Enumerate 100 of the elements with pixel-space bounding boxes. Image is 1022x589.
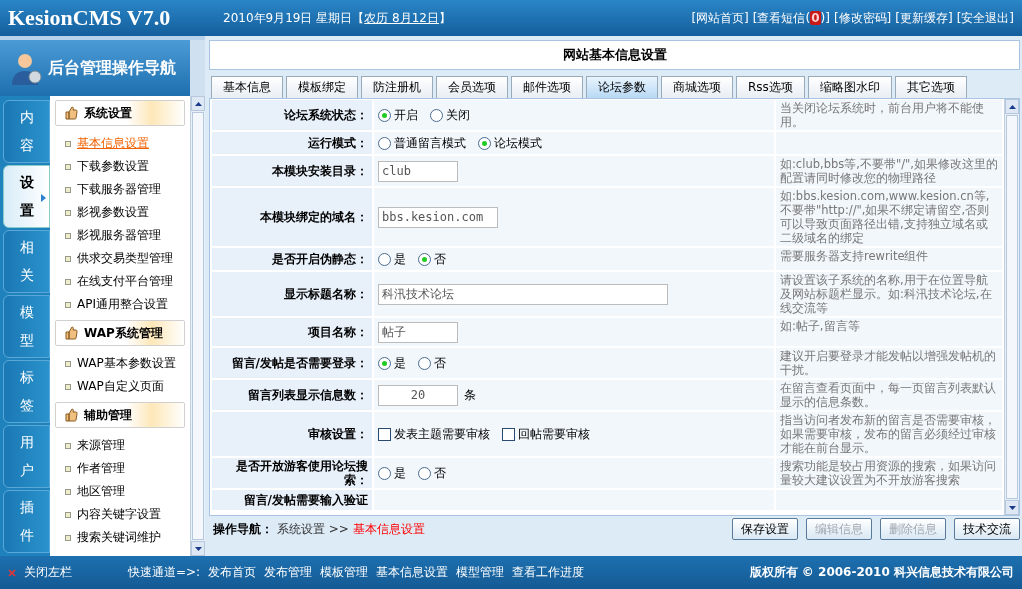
- breadcrumb-path: 系统设置 >>: [277, 520, 349, 538]
- copyright-text: 版权所有 © 2006-2010 科兴信息技术有限公司: [749, 564, 1014, 581]
- field-hint: 请设置该子系统的名称,用于在位置导航及网站标题栏显示。如:科汛技术论坛,在线交流等: [776, 272, 1002, 316]
- scrollbar[interactable]: [190, 96, 205, 556]
- menu-group-header[interactable]: 辅助管理: [55, 402, 185, 428]
- radio-option[interactable]: 普通留言模式: [378, 134, 466, 152]
- quick-link[interactable]: 模板管理: [320, 564, 369, 581]
- menu-item[interactable]: WAP自定义页面: [55, 375, 185, 398]
- tab[interactable]: 防注册机: [361, 76, 433, 98]
- field-hint: 搜索功能是较占用资源的搜索，如果访问量较大建议设置为不开放游客搜索: [776, 458, 1002, 488]
- menu-item[interactable]: 内容关键字设置: [55, 503, 185, 526]
- side-tab[interactable]: 模型: [3, 295, 50, 358]
- menu-item[interactable]: 影视参数设置: [55, 201, 185, 224]
- field-label: 论坛系统状态：: [212, 100, 372, 130]
- quick-link[interactable]: 基本信息设置: [376, 564, 449, 581]
- text-field[interactable]: bbs.kesion.com: [378, 206, 498, 228]
- quick-link[interactable]: 发布管理: [264, 564, 313, 581]
- header-link[interactable]: [网站首页]: [691, 9, 749, 27]
- thumbs-up-icon: [64, 326, 78, 340]
- menu-item[interactable]: 下载参数设置: [55, 155, 185, 178]
- text-field[interactable]: 科汛技术论坛: [378, 283, 668, 305]
- menu-item[interactable]: API通用整合设置: [55, 293, 185, 316]
- side-tab[interactable]: 插件: [3, 490, 50, 553]
- checkbox-option[interactable]: 回帖需要审核: [502, 425, 590, 443]
- field-hint: 需要服务器支持rewrite组件: [776, 248, 1002, 270]
- number-field[interactable]: 20: [378, 384, 458, 406]
- tab[interactable]: 模板绑定: [286, 76, 358, 98]
- side-tab[interactable]: 内容: [3, 100, 50, 163]
- field-hint: 如:帖子,留言等: [776, 318, 1002, 346]
- field-hint: 建议开启要登录才能发帖以增强发帖机的干扰。: [776, 348, 1002, 378]
- side-tab[interactable]: 设置: [3, 165, 50, 228]
- menu-group-header[interactable]: 系统设置: [55, 100, 185, 126]
- menu-item[interactable]: 作者管理: [55, 457, 185, 480]
- menu-item[interactable]: 下载服务器管理: [55, 178, 185, 201]
- radio-option[interactable]: 否: [418, 464, 446, 482]
- tab[interactable]: 基本信息: [211, 76, 283, 98]
- field-label: 项目名称：: [212, 318, 372, 346]
- menu-item[interactable]: 搜索关键词维护: [55, 526, 185, 549]
- radio-option[interactable]: 开启: [378, 106, 418, 124]
- menu-item[interactable]: 供求交易类型管理: [55, 247, 185, 270]
- scroll-down-icon[interactable]: [194, 546, 202, 551]
- menu-item[interactable]: 影视服务器管理: [55, 224, 185, 247]
- close-icon: [8, 568, 16, 577]
- tab[interactable]: Rss选项: [736, 76, 805, 98]
- field-label: 留言/发帖需要输入验证: [212, 490, 372, 510]
- side-tab[interactable]: 用户: [3, 425, 50, 488]
- header-link[interactable]: [查看短信(0)]: [752, 9, 830, 27]
- scroll-up-icon[interactable]: [194, 101, 202, 106]
- lunar-date-link[interactable]: 农历 8月12日: [364, 9, 439, 27]
- field-label: 运行模式：: [212, 132, 372, 154]
- header-link[interactable]: [修改密码]: [833, 9, 892, 27]
- radio-option[interactable]: 否: [418, 354, 446, 372]
- menu-item[interactable]: 地区管理: [55, 480, 185, 503]
- unit-label: 条: [464, 386, 476, 404]
- side-tab[interactable]: 相关: [3, 230, 50, 293]
- scrollbar[interactable]: [1004, 99, 1019, 515]
- radio-option[interactable]: 是: [378, 354, 406, 372]
- bracket-text: 】: [439, 9, 451, 27]
- quick-link[interactable]: 发布首页: [208, 564, 257, 581]
- tab[interactable]: 论坛参数: [586, 76, 658, 98]
- scroll-up-icon[interactable]: [1008, 104, 1016, 109]
- action-button[interactable]: 技术交流: [954, 518, 1020, 540]
- field-label: 是否开启伪静态：: [212, 248, 372, 270]
- menu-item[interactable]: WAP基本参数设置: [55, 352, 185, 375]
- action-button[interactable]: 保存设置: [732, 518, 798, 540]
- radio-option[interactable]: 是: [378, 464, 406, 482]
- quick-link[interactable]: 模型管理: [456, 564, 505, 581]
- tab[interactable]: 邮件选项: [511, 76, 583, 98]
- radio-option[interactable]: 关闭: [430, 106, 470, 124]
- page-title: 网站基本信息设置: [209, 40, 1020, 70]
- tab[interactable]: 商城选项: [661, 76, 733, 98]
- quick-link[interactable]: 查看工作进度: [512, 564, 585, 581]
- field-label: 留言/发帖是否需要登录：: [212, 348, 372, 378]
- sidebar-title: 后台管理操作导航: [48, 57, 176, 79]
- header-link[interactable]: [安全退出]: [956, 9, 1014, 27]
- radio-option[interactable]: 论坛模式: [478, 134, 542, 152]
- field-label: 审核设置：: [212, 412, 372, 456]
- close-sidebar-link[interactable]: 关闭左栏: [24, 564, 72, 581]
- header-link[interactable]: [更新缓存]: [895, 9, 953, 27]
- field-label: 是否开放游客使用论坛搜索：: [212, 458, 372, 488]
- tab[interactable]: 会员选项: [436, 76, 508, 98]
- field-label: 本模块绑定的域名：: [212, 188, 372, 246]
- date-text: 2010年9月19日 星期日【: [223, 9, 365, 27]
- text-field[interactable]: club: [378, 160, 458, 182]
- field-label: 留言列表显示信息数：: [212, 380, 372, 410]
- tab[interactable]: 其它选项: [894, 76, 967, 98]
- text-field[interactable]: 帖子: [378, 321, 458, 343]
- menu-group-header[interactable]: WAP系统管理: [55, 320, 185, 346]
- tab[interactable]: 缩略图水印: [807, 76, 892, 98]
- radio-option[interactable]: 是: [378, 250, 406, 268]
- side-tab[interactable]: 标签: [3, 360, 50, 423]
- menu-item[interactable]: 来源管理: [55, 434, 185, 457]
- field-hint: 指当访问者发布新的留言是否需要审核，如果需要审核，发布的留言必须经过审核才能在前台显示。: [776, 412, 1002, 456]
- breadcrumb-current: 基本信息设置: [352, 520, 425, 538]
- checkbox-option[interactable]: 发表主题需要审核: [378, 425, 490, 443]
- field-label: 显示标题名称：: [212, 272, 372, 316]
- radio-option[interactable]: 否: [418, 250, 446, 268]
- scroll-down-icon[interactable]: [1008, 505, 1016, 510]
- menu-item[interactable]: 在线支付平台管理: [55, 270, 185, 293]
- field-hint: 如:club,bbs等,不要带"/",如果修改这里的配置请同时修改您的物理路径: [776, 156, 1002, 186]
